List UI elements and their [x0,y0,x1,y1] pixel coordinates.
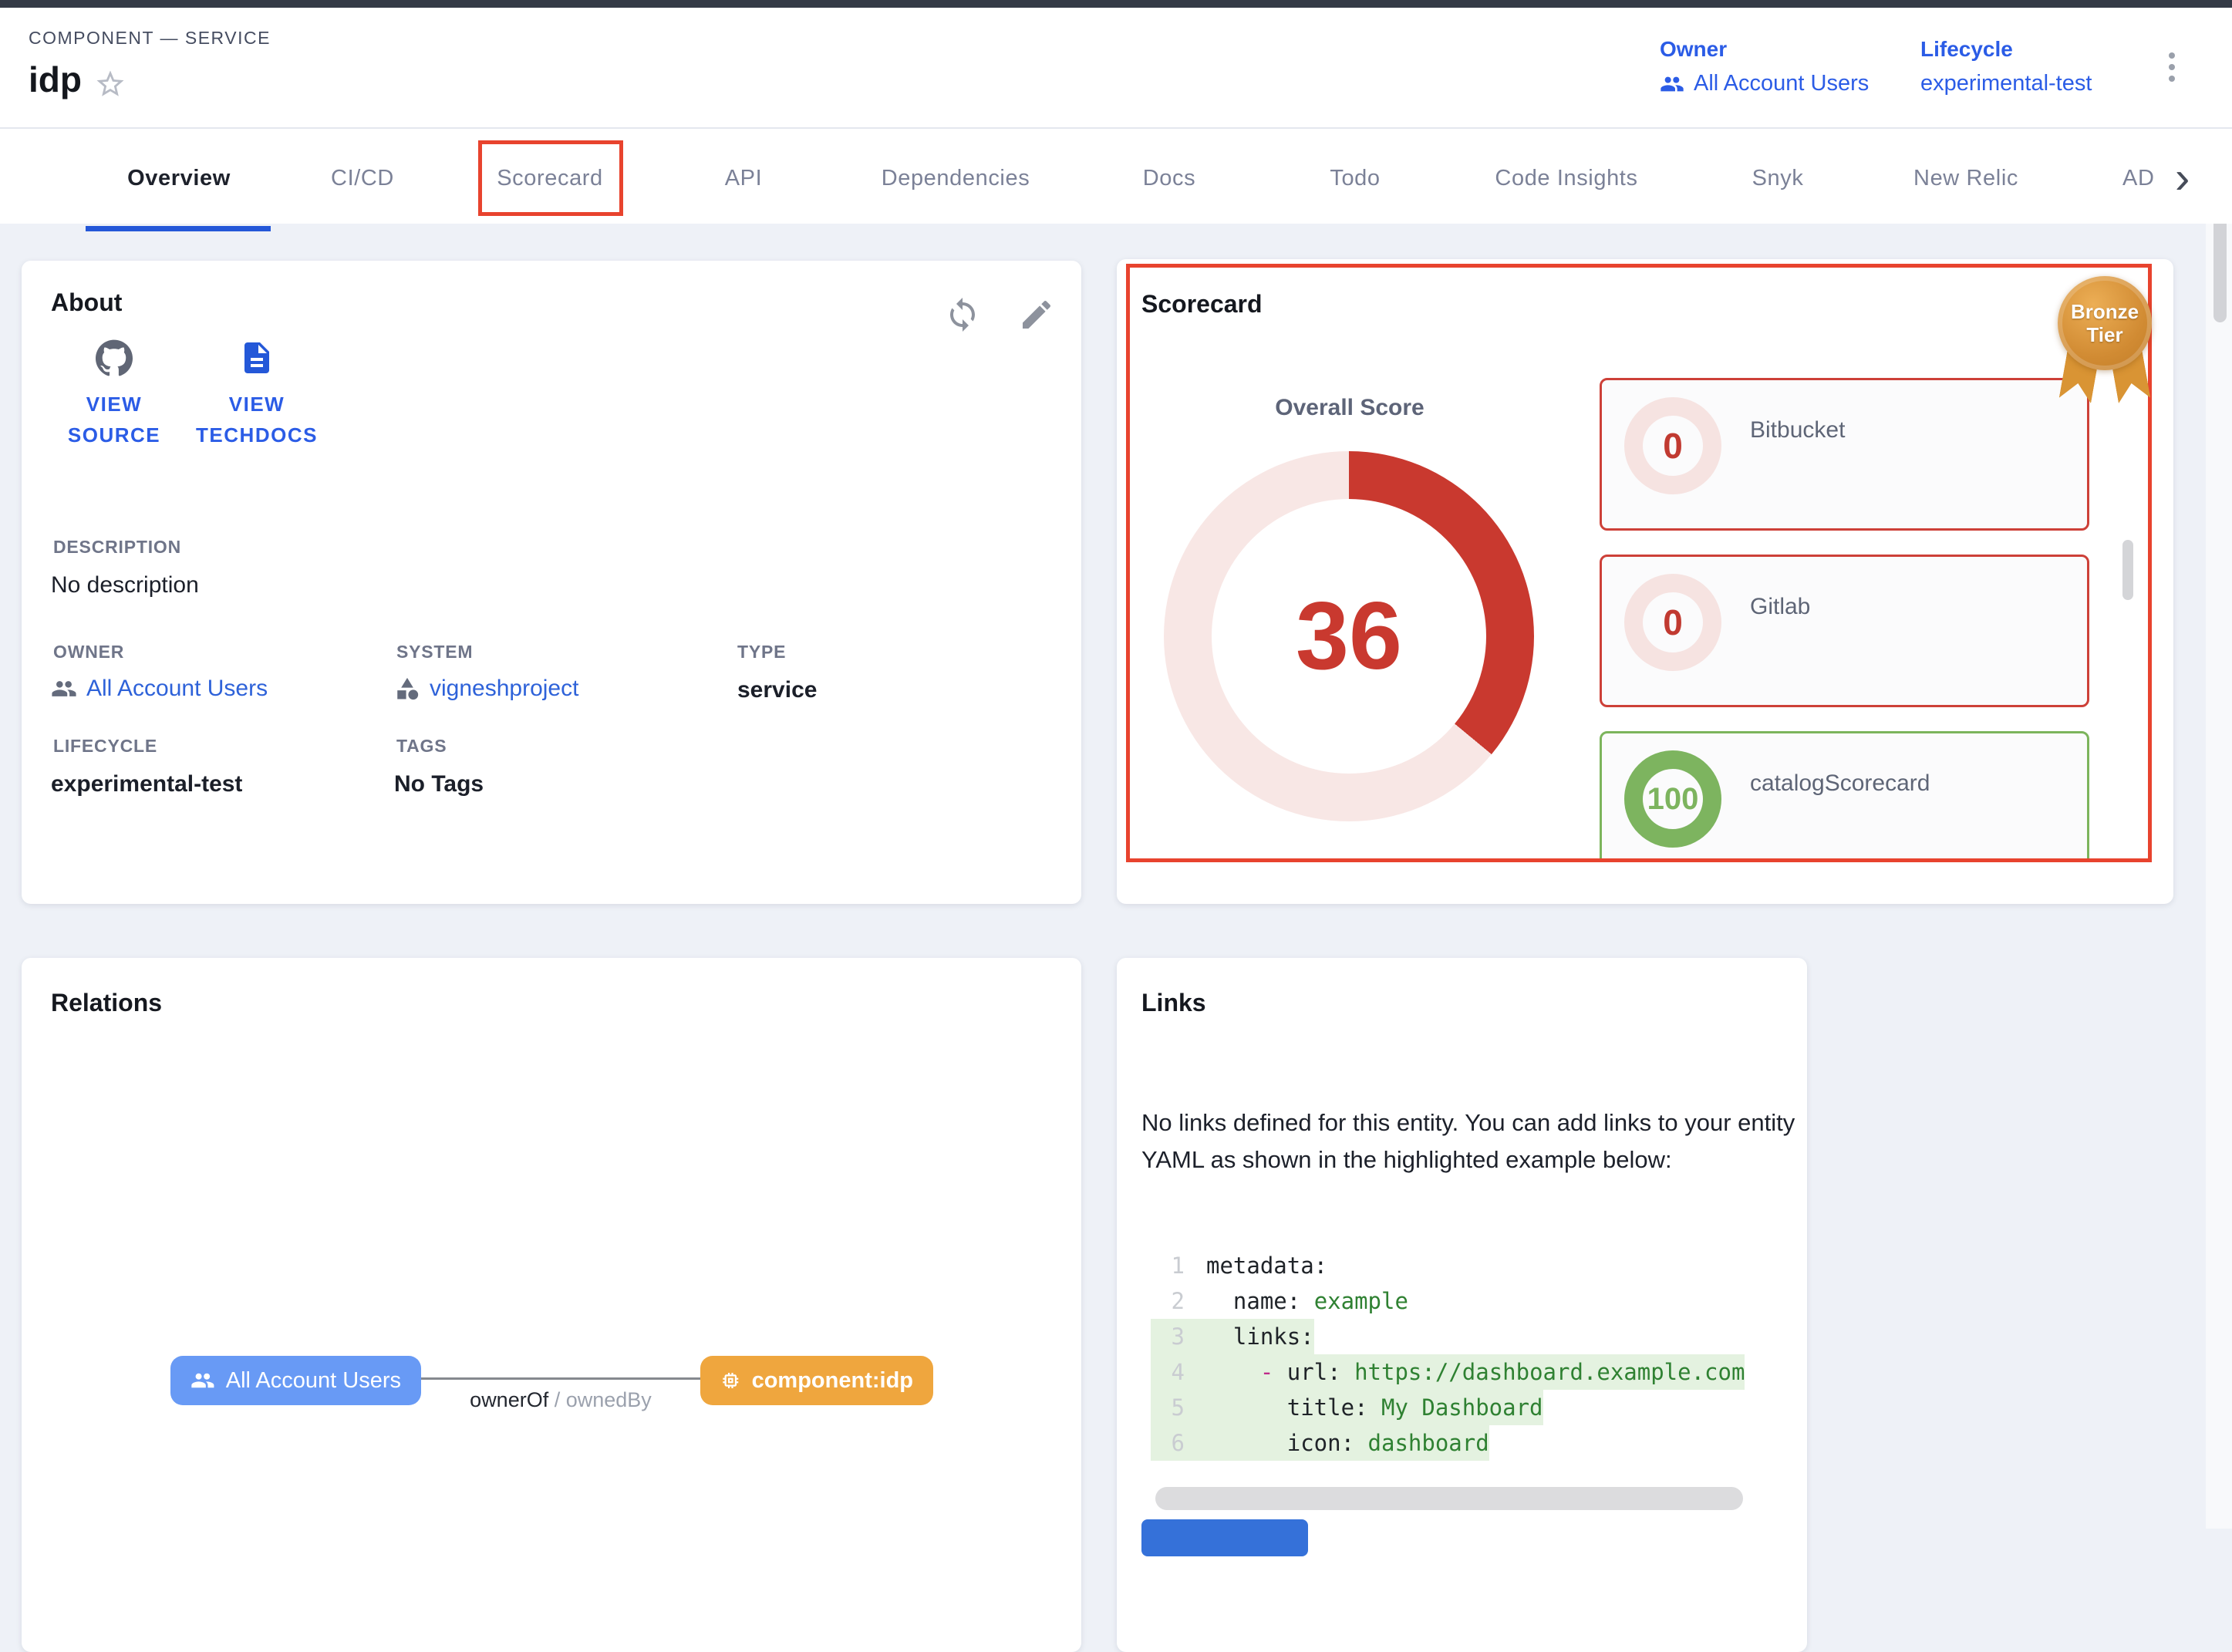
about-card-title: About [51,288,122,317]
code-line: 3 links: [1151,1319,1314,1354]
tab-ci-cd[interactable]: CI/CD [331,166,394,191]
links-action-button[interactable] [1141,1519,1308,1556]
links-card-title: Links [1141,989,1206,1017]
relation-node-owner[interactable]: All Account Users [170,1356,421,1405]
tab-ad[interactable]: AD [2122,166,2166,191]
owner-label: Owner [1660,37,1869,62]
tab-scroll-right-chevron-icon[interactable]: › [2175,152,2190,204]
system-field-value: vigneshproject [430,676,578,702]
owner-value: All Account Users [1694,71,1869,96]
breadcrumb: COMPONENT — SERVICE [29,28,271,49]
owner-link[interactable]: All Account Users [1660,71,1869,96]
tab-overview[interactable]: Overview [127,166,231,191]
view-techdocs-link[interactable]: VIEW TECHDOCS [180,339,334,450]
owner-field-value: All Account Users [86,676,268,702]
code-line: 6 icon: dashboard [1151,1425,1489,1461]
scorecard-item-catalogscorecard[interactable]: 100 catalogScorecard [1600,731,2089,862]
description-label: DESCRIPTION [53,537,181,558]
relation-edge-label: ownerOf / ownedBy [432,1388,689,1412]
more-options-kebab-icon[interactable] [2156,49,2187,96]
tab-snyk[interactable]: Snyk [1752,166,1804,191]
window-top-bar [0,0,2232,8]
relation-node-owner-label: All Account Users [226,1368,401,1394]
links-empty-text: No links defined for this entity. You ca… [1141,1104,1795,1178]
github-icon [96,339,133,376]
owner-field-label: OWNER [53,642,124,662]
scorecard-item-gitlab[interactable]: 0 Gitlab [1600,555,2089,707]
tab-new-relic[interactable]: New Relic [1913,166,2018,191]
bronze-tier-badge-label: Bronze Tier [2069,300,2140,346]
overall-score-value: 36 [1164,451,1534,821]
tab-dependencies[interactable]: Dependencies [882,166,1030,191]
tab-docs[interactable]: Docs [1143,166,1195,191]
group-icon [1660,72,1684,96]
active-tab-underline [86,226,271,231]
tab-bar: › Overview CI/CD Scorecard API Dependencies D… [0,135,2232,231]
type-field-value: service [737,677,817,703]
lifecycle-value: experimental-test [1920,71,2092,96]
tags-field-label: TAGS [396,736,447,757]
tab-api[interactable]: API [725,166,763,191]
entity-header: COMPONENT — SERVICE idp Owner All Accoun… [0,8,2232,224]
header-divider [0,127,2232,129]
view-source-link[interactable]: VIEW SOURCE [37,339,191,450]
header-owner-block: Owner All Account Users [1660,37,1869,96]
scorecard-item-score: 0 [1624,574,1721,671]
view-techdocs-label: VIEW TECHDOCS [180,389,334,450]
view-source-label: VIEW SOURCE [37,389,191,450]
overall-score-label: Overall Score [1249,395,1450,421]
tab-code-insights[interactable]: Code Insights [1495,166,1637,191]
docs-icon [238,339,275,376]
scorecard-item-label: Gitlab [1750,594,1810,620]
page-title: idp [29,59,82,100]
component-chip-icon [720,1367,741,1394]
lifecycle-field-value: experimental-test [51,771,242,797]
system-field-link[interactable]: vigneshproject [394,676,578,702]
scorecard-item-score: 0 [1624,397,1721,494]
yaml-code-block: 1metadata:2 name: example3 links:4 - url… [1151,1248,1783,1465]
tab-todo[interactable]: Todo [1330,166,1380,191]
scorecard-card-title: Scorecard [1141,290,1263,319]
header-lifecycle-block: Lifecycle experimental-test [1920,37,2092,96]
system-icon [394,676,420,702]
tab-scorecard[interactable]: Scorecard [497,166,603,191]
scorecard-item-score: 100 [1624,750,1721,848]
relations-card-title: Relations [51,989,162,1017]
edge-label-secondary: ownedBy [566,1388,652,1411]
scorecard-item-label: Bitbucket [1750,417,1845,443]
group-icon [190,1367,215,1394]
description-value: No description [51,572,199,598]
edit-pencil-icon[interactable] [1018,296,1055,333]
owner-field-link[interactable]: All Account Users [51,676,268,702]
system-field-label: SYSTEM [396,642,473,662]
scorecard-list: 0 Bitbucket 0 Gitlab 100 catalogScorecard [1600,378,2093,862]
lifecycle-label: Lifecycle [1920,37,2092,62]
scorecard-item-label: catalogScorecard [1750,770,1930,797]
lifecycle-field-label: LIFECYCLE [53,736,157,757]
type-field-label: TYPE [737,642,786,662]
relation-node-component-label: component:idp [752,1368,913,1394]
scorecard-list-scrollbar[interactable] [2122,540,2133,600]
edge-label-primary: ownerOf [470,1388,548,1411]
code-horizontal-scrollbar[interactable] [1155,1487,1743,1510]
scorecard-item-bitbucket[interactable]: 0 Bitbucket [1600,378,2089,531]
code-line: 2 name: example [1151,1283,1408,1319]
overall-score-gauge: 36 [1164,451,1534,821]
about-card: About VIEW SOURCE VIEW TECHDOCS DESCRIPT… [22,261,1081,904]
tags-field-value: No Tags [394,771,484,797]
relation-edge [421,1377,700,1380]
code-line: 1metadata: [1151,1248,1327,1283]
bronze-tier-badge: Bronze Tier [2058,276,2152,400]
group-icon [51,676,77,702]
refresh-icon[interactable] [944,296,981,333]
favorite-star-icon[interactable] [94,68,126,100]
code-line: 4 - url: https://dashboard.example.com [1151,1354,1745,1390]
relation-node-component[interactable]: component:idp [700,1356,933,1405]
relations-card [22,958,1081,1652]
code-line: 5 title: My Dashboard [1151,1390,1543,1425]
